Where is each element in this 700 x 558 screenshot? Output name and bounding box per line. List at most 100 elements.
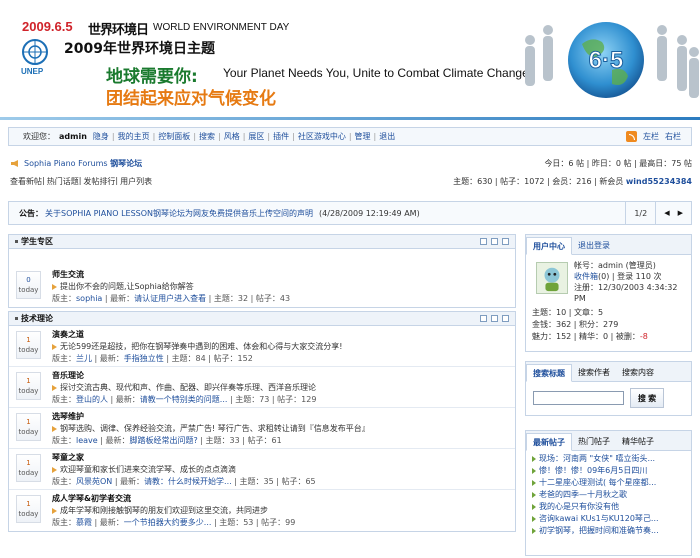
post-link[interactable]: 惨！惨！惨！09年6月5日四川 xyxy=(539,466,647,475)
forum-title[interactable]: Sophia Piano Forums 钢琴论坛 xyxy=(24,158,142,169)
forum-name[interactable]: 演奏之道 xyxy=(52,329,84,340)
layout-icon[interactable] xyxy=(491,315,498,322)
nav-plugins[interactable]: 插件 xyxy=(273,131,289,142)
nav-sep: | xyxy=(292,132,295,141)
member-stats: 主题：630 | 帖子：1072 | 会员：216 | 新会员 wind5523… xyxy=(453,176,692,187)
nav-stealth[interactable]: 隐身 xyxy=(93,131,109,142)
tab-search-content[interactable]: 搜索内容 xyxy=(616,363,660,381)
latest-post-link[interactable]: 一个节拍器大约要多少... xyxy=(124,518,212,527)
banner-divider xyxy=(0,117,700,120)
tab-featured-posts[interactable]: 精华帖子 xyxy=(616,432,660,450)
meta-label: | 最新： xyxy=(108,395,140,404)
left-column-link[interactable]: 左栏 xyxy=(643,131,659,142)
forum-status-icon: 0 today xyxy=(16,271,41,299)
minimize-icon[interactable] xyxy=(480,315,487,322)
post-link[interactable]: 老爸的四季—十月秋之歌 xyxy=(539,490,627,499)
post-link[interactable]: 现场：河南两 "女侠" 嘻立街头... xyxy=(539,454,655,463)
post-link[interactable]: 咨询kawai KUs1与KU120琴己... xyxy=(539,514,659,523)
avatar xyxy=(536,262,568,294)
post-link[interactable]: 十二星座心理测试( 每个星座都... xyxy=(539,478,656,487)
tab-hot-posts[interactable]: 热门帖子 xyxy=(572,432,616,450)
latest-post-link[interactable]: 请教：什么时候开始学... xyxy=(144,477,232,486)
category-student: 学生专区 0 today 师生交流 提出你不会的问题,让Sophia给你解答 版… xyxy=(8,234,516,308)
today-count: 1 xyxy=(26,336,31,344)
collapse-icon[interactable] xyxy=(502,315,509,322)
nav-my-home[interactable]: 我的主页 xyxy=(118,131,150,142)
nav-control-panel[interactable]: 控制面板 xyxy=(158,131,190,142)
latest-post-link[interactable]: 请教一个特别类的问题... xyxy=(140,395,228,404)
post-stats: 今日：6 帖 | 昨日：0 帖 | 最高日：75 帖 xyxy=(544,159,692,168)
post-link[interactable]: 我的心是只有你没有他 xyxy=(539,502,619,511)
category-name[interactable]: 技术理论 xyxy=(21,313,53,324)
next-arrow-icon[interactable]: ▶ xyxy=(674,209,687,217)
latest-post-link[interactable]: 手指独立性 xyxy=(124,354,164,363)
banner-wed-cn: 世界环境日 xyxy=(88,23,149,38)
welcome-text: 欢迎您： xyxy=(23,132,55,141)
banner-slogan-en: Your Planet Needs You, Unite to Combat C… xyxy=(223,66,529,80)
moderator-link[interactable]: 慕霞 xyxy=(76,518,92,527)
today-label: today xyxy=(18,387,39,395)
moderator-link[interactable]: 登山的人 xyxy=(76,395,108,404)
forum-name[interactable]: 成人学琴&初学者交流 xyxy=(52,493,131,504)
announcement-page: 1/2 xyxy=(625,202,655,224)
minimize-icon[interactable] xyxy=(480,238,487,245)
tab-search-author[interactable]: 搜索作者 xyxy=(572,363,616,381)
meta-counts: | 主题：32 | 帖子：43 xyxy=(206,294,291,303)
layout-icon[interactable] xyxy=(491,238,498,245)
search-button[interactable]: 搜 索 xyxy=(630,388,664,408)
category-technique: 技术理论 1 today 演奏之道 无论599还是超技，把你在钢琴弹奏中遇到的困… xyxy=(8,311,516,532)
moderator-link[interactable]: 兰儿 xyxy=(76,354,92,363)
today-count: 1 xyxy=(26,418,31,426)
forum-name[interactable]: 琴童之家 xyxy=(52,452,84,463)
subnav-sep: | xyxy=(115,176,119,185)
search-input[interactable] xyxy=(533,391,624,405)
forum-description: 提出你不会的问题,让Sophia给你解答 xyxy=(52,281,194,292)
moderator-link[interactable]: sophia xyxy=(76,294,102,303)
meta-label: | 最新： xyxy=(112,477,145,486)
forum-name[interactable]: 选琴维护 xyxy=(52,411,84,422)
right-column-link[interactable]: 右栏 xyxy=(665,131,681,142)
nav-style[interactable]: 风格 xyxy=(224,131,240,142)
collapse-icon[interactable] xyxy=(502,238,509,245)
forum-name[interactable]: 音乐理论 xyxy=(52,370,84,381)
rss-icon[interactable] xyxy=(626,131,637,142)
prev-arrow-icon[interactable]: ◀ xyxy=(660,209,673,217)
latest-post-link[interactable]: 脚踏板经常出问题? xyxy=(129,436,197,445)
announcement-time: (4/28/2009 12:19:49 AM) xyxy=(319,208,420,218)
hot-topics-link[interactable]: 热门话题 xyxy=(47,176,79,187)
tab-search-title[interactable]: 搜索标题 xyxy=(526,364,572,382)
inbox-line: 收件箱(0) | 登录 110 次 xyxy=(574,271,690,282)
forum-name[interactable]: 师生交流 xyxy=(52,269,84,280)
announcement-link[interactable]: 关于SOPHIA PIANO LESSON钢琴论坛为网友免费提供音乐上传空间的声… xyxy=(45,208,313,219)
post-link[interactable]: 初学钢琴，把握时间和准确节奏... xyxy=(539,526,659,535)
moderator-link[interactable]: 风景苑ON xyxy=(76,477,112,486)
registered-line: 注册：12/30/2003 4:34:32 PM xyxy=(574,283,678,303)
category-name[interactable]: 学生专区 xyxy=(21,236,53,247)
latest-post-link[interactable]: 请认证用户进入查看 xyxy=(134,294,206,303)
forum-status-icon: 1 today xyxy=(16,331,41,359)
tab-logout[interactable]: 退出登录 xyxy=(572,236,616,254)
announcement-nav: ◀ ▶ xyxy=(655,202,691,224)
tab-user-center[interactable]: 用户中心 xyxy=(526,237,572,255)
user-list-link[interactable]: 用户列表 xyxy=(120,176,152,187)
nav-game-center[interactable]: 社区游戏中心 xyxy=(298,131,346,142)
inbox-link[interactable]: 收件箱 xyxy=(574,272,598,281)
forum-description: 探讨交流古典、现代和声、作曲、配器、即兴伴奏等乐理、西洋音乐理论 xyxy=(52,382,316,393)
nav-logout[interactable]: 退出 xyxy=(379,131,395,142)
forum-row: 1 today 音乐理论 探讨交流古典、现代和声、作曲、配器、即兴伴奏等乐理、西… xyxy=(9,367,515,408)
newest-member-link[interactable]: wind55234384 xyxy=(626,177,692,186)
view-new-posts-link[interactable]: 查看新帖 xyxy=(10,176,42,187)
tab-new-posts[interactable]: 最新帖子 xyxy=(526,433,572,451)
forum-meta: 版主：登山的人 | 最新：请教一个特别类的问题... | 主题：73 | 帖子：… xyxy=(52,394,316,405)
nav-exhibit[interactable]: 展区 xyxy=(248,131,264,142)
post-ranking-link[interactable]: 发帖排行 xyxy=(83,176,115,187)
forum-description: 欢迎琴童和家长们进来交流学琴、成长的点点滴滴 xyxy=(52,464,236,475)
today-count: 1 xyxy=(26,459,31,467)
forum-row: 1 today 成人学琴&初学者交流 成年学琴和刚接触钢琴的朋友们欢迎到这里交流… xyxy=(9,490,515,531)
nav-manage[interactable]: 管理 xyxy=(355,131,371,142)
moderator-link[interactable]: leave xyxy=(76,436,98,445)
today-label: today xyxy=(18,346,39,354)
nav-search[interactable]: 搜索 xyxy=(199,131,215,142)
meta-label: 版主： xyxy=(52,395,76,404)
nav-sep: | xyxy=(218,132,221,141)
